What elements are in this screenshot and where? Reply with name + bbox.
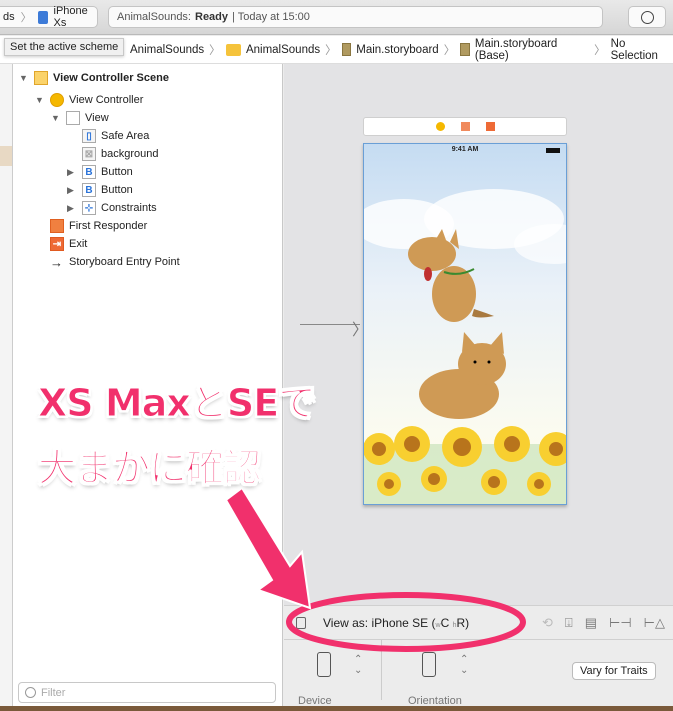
jumpbar-file[interactable]: Main.storyboard — [356, 44, 438, 56]
desktop-edge — [0, 706, 673, 711]
view-controller-icon — [50, 93, 64, 107]
device-config-panel: ⌃ ⌄ Device ⌃ ⌄ Orientation Vary for Traits — [284, 639, 673, 711]
button-icon: B — [82, 183, 96, 197]
disclosure-triangle-icon[interactable]: ▶ — [67, 203, 77, 214]
divider — [381, 640, 382, 700]
scheme-name: ds — [3, 11, 15, 23]
device-phone-icon[interactable] — [317, 652, 331, 677]
disclosure-triangle-icon[interactable]: ▶ — [67, 167, 77, 178]
outline-label: View Controller — [69, 94, 144, 106]
storyboard-file-icon — [460, 43, 470, 56]
constraints-icon: ⊹ — [82, 201, 96, 215]
activity-status: AnimalSounds: Ready | Today at 15:00 — [108, 6, 603, 28]
jumpbar-selection[interactable]: No Selection — [611, 38, 673, 62]
orientation-phone-icon[interactable] — [422, 652, 436, 677]
device-icon — [37, 10, 48, 24]
view-controller-preview[interactable]: 9:41 AM — [363, 143, 567, 505]
filter-input[interactable]: Filter — [18, 682, 276, 703]
outline-label: Button — [101, 166, 133, 178]
annotation-text-line2: 大まかに確認 — [37, 446, 261, 491]
device-name: iPhone Xs — [53, 5, 88, 29]
outline-item-safe-area[interactable]: ▯ Safe Area — [67, 127, 149, 145]
device-stepper-icon[interactable]: ⌃ ⌄ — [354, 654, 362, 676]
width-class: C — [440, 615, 450, 630]
jumpbar-group[interactable]: AnimalSounds — [246, 44, 320, 56]
status-state: Ready — [195, 11, 229, 23]
background-image — [364, 189, 566, 504]
disclosure-triangle-icon[interactable]: ▼ — [51, 113, 61, 123]
view-as-bar: View as: iPhone SE (wC hR) ⟲ ⍗ ▤ ⊢⊣ ⊢△ — [284, 605, 673, 639]
exit-icon: ⇥ — [50, 237, 64, 251]
folder-icon — [225, 43, 241, 56]
safe-area-icon: ▯ — [82, 129, 96, 143]
scene-icon — [34, 71, 48, 85]
outline-item-scene[interactable]: ▼ View Controller Scene — [19, 69, 169, 87]
status-time: | Today at 15:00 — [232, 11, 310, 23]
outline-item-button[interactable]: ▶ B Button — [67, 181, 133, 199]
disclosure-triangle-icon[interactable]: ▼ — [19, 73, 29, 83]
orientation-stepper-icon[interactable]: ⌃ ⌄ — [460, 654, 468, 676]
scene-dock — [363, 117, 567, 136]
view-controller-icon[interactable] — [435, 122, 445, 131]
view-icon — [66, 111, 80, 125]
outline-label: First Responder — [69, 220, 148, 232]
outline-item-first-responder[interactable]: First Responder — [35, 217, 147, 235]
outline-label: Button — [101, 184, 133, 196]
outline-item-view[interactable]: ▼ View — [51, 109, 109, 127]
filter-icon — [25, 687, 36, 698]
status-app: AnimalSounds: — [117, 11, 191, 23]
toolbar: ds 〉 iPhone Xs AnimalSounds: Ready | Toda… — [0, 0, 673, 35]
outline-item-exit[interactable]: ⇥ Exit — [35, 235, 87, 253]
align-icon[interactable]: ▤ — [585, 615, 597, 631]
tooltip: Set the active scheme — [4, 38, 125, 56]
cat-illustration — [419, 332, 506, 419]
library-icon — [640, 10, 654, 24]
outline-item-view-controller[interactable]: ▼ View Controller — [35, 91, 143, 109]
embed-in-stack-icon[interactable]: ⍗ — [565, 615, 573, 631]
sunflowers-illustration — [364, 426, 566, 504]
outline-label: Exit — [69, 238, 88, 250]
vary-for-traits-button[interactable]: Vary for Traits — [572, 662, 656, 680]
disclosure-triangle-icon[interactable]: ▶ — [67, 185, 77, 196]
view-as-button[interactable]: View as: iPhone SE (wC hR) — [323, 616, 469, 630]
navigator-edge — [0, 64, 13, 711]
jumpbar-localization[interactable]: Main.storyboard (Base) — [475, 38, 589, 62]
first-responder-icon[interactable] — [460, 122, 470, 131]
outline-label: Storyboard Entry Point — [69, 256, 180, 268]
outline-label: View — [85, 112, 109, 124]
filter-placeholder: Filter — [41, 686, 66, 699]
outline-item-button[interactable]: ▶ B Button — [67, 163, 133, 181]
toggle-outline-icon[interactable] — [296, 616, 306, 629]
disclosure-triangle-icon[interactable]: ▼ — [35, 95, 45, 105]
outline-item-constraints[interactable]: ▶ ⊹ Constraints — [67, 199, 157, 217]
first-responder-icon — [50, 219, 64, 233]
image-view-icon: ⊠ — [82, 147, 96, 161]
outline-item-entry-point[interactable]: → Storyboard Entry Point — [35, 253, 180, 271]
exit-icon[interactable] — [485, 122, 495, 131]
outline-label: Constraints — [101, 202, 157, 214]
view-as-label: View as: iPhone SE ( — [323, 615, 436, 630]
annotation-text-line1: XS MaxとSEで — [37, 381, 316, 426]
height-class: R) — [456, 615, 470, 630]
storyboard-file-icon — [341, 43, 352, 56]
resolve-issues-icon[interactable]: ⊢△ — [644, 615, 665, 631]
outline-label: Safe Area — [101, 130, 150, 142]
entry-point-arrow — [300, 324, 360, 325]
outline-item-background[interactable]: ⊠ background — [67, 145, 159, 163]
button-icon: B — [82, 165, 96, 179]
scheme-selector[interactable]: ds 〉 iPhone Xs — [0, 5, 98, 29]
arrow-right-icon: → — [50, 254, 63, 270]
outline-label: background — [101, 148, 159, 160]
jumpbar-project[interactable]: AnimalSounds — [130, 44, 204, 56]
outline-label: View Controller Scene — [53, 72, 169, 84]
add-constraints-icon[interactable]: ⊢⊣ — [609, 615, 632, 631]
update-frames-icon[interactable]: ⟲ — [542, 615, 553, 631]
library-button[interactable] — [628, 6, 666, 28]
